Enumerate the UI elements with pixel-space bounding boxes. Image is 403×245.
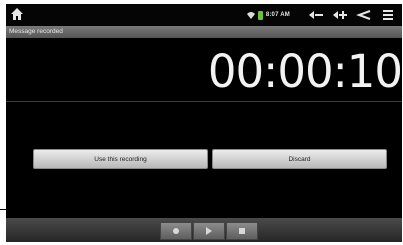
device-screen: 8:07 AM Message recorded 00:00:10 Use th…: [6, 4, 402, 242]
callout-line: [0, 209, 12, 210]
page-title: Message recorded: [9, 28, 63, 35]
volume-down-icon[interactable]: [308, 9, 324, 21]
menu-icon[interactable]: [380, 9, 396, 21]
divider: [6, 101, 402, 102]
discard-button[interactable]: Discard: [212, 149, 387, 169]
volume-up-icon[interactable]: [332, 9, 348, 21]
battery-icon: [257, 10, 263, 20]
record-icon: [173, 228, 179, 234]
stop-icon: [239, 228, 245, 234]
play-icon: [206, 227, 212, 235]
play-button[interactable]: [193, 222, 225, 240]
back-icon[interactable]: [356, 9, 372, 21]
stop-button[interactable]: [226, 222, 258, 240]
wifi-icon: [246, 12, 255, 19]
record-button[interactable]: [160, 222, 192, 240]
home-icon[interactable]: [10, 7, 24, 21]
use-recording-button[interactable]: Use this recording: [33, 149, 208, 169]
status-time: 8:07 AM: [265, 12, 290, 18]
elapsed-time-display: 00:00:10: [207, 45, 402, 98]
status-bar: 8:07 AM: [6, 4, 402, 26]
status-icons: 8:07 AM: [246, 7, 396, 23]
title-bar: Message recorded: [6, 26, 402, 38]
playback-controls-bar: [6, 218, 402, 242]
